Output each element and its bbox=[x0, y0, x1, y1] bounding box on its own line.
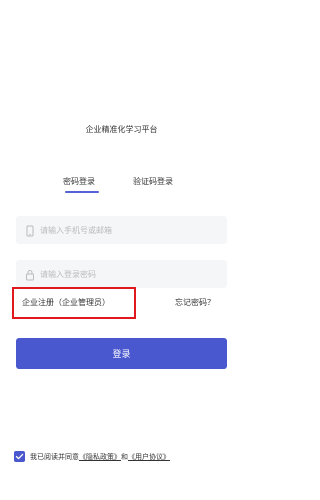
password-input[interactable] bbox=[40, 266, 220, 282]
login-tabs: 密码登录 验证码登录 bbox=[0, 176, 243, 196]
forgot-password-link[interactable]: 忘记密码？ bbox=[175, 297, 215, 308]
tab-password-login[interactable]: 密码登录 bbox=[63, 176, 95, 187]
phone-email-input[interactable] bbox=[40, 222, 220, 238]
active-tab-indicator bbox=[65, 191, 99, 193]
phone-email-field bbox=[16, 216, 227, 244]
user-agreement-link[interactable]: 《用户协议》 bbox=[128, 453, 170, 461]
checkmark-icon bbox=[15, 453, 24, 460]
agreement-conjunction: 和 bbox=[121, 453, 128, 461]
agreement-text: 我已阅读并同意《隐私政策》和《用户协议》 bbox=[30, 452, 170, 462]
app-title: 企业精准化学习平台 bbox=[85, 125, 158, 134]
login-button[interactable]: 登录 bbox=[16, 338, 227, 369]
phone-icon bbox=[23, 223, 37, 237]
lock-icon bbox=[23, 267, 37, 281]
enterprise-register-link[interactable]: 企业注册（企业管理员） bbox=[22, 297, 110, 308]
agreement-checkbox[interactable] bbox=[14, 451, 25, 462]
tab-code-login[interactable]: 验证码登录 bbox=[133, 176, 173, 187]
agreement-row: 我已阅读并同意《隐私政策》和《用户协议》 bbox=[14, 451, 239, 465]
agreement-prefix: 我已阅读并同意 bbox=[30, 453, 79, 461]
privacy-policy-link[interactable]: 《隐私政策》 bbox=[79, 453, 121, 461]
password-field bbox=[16, 260, 227, 288]
